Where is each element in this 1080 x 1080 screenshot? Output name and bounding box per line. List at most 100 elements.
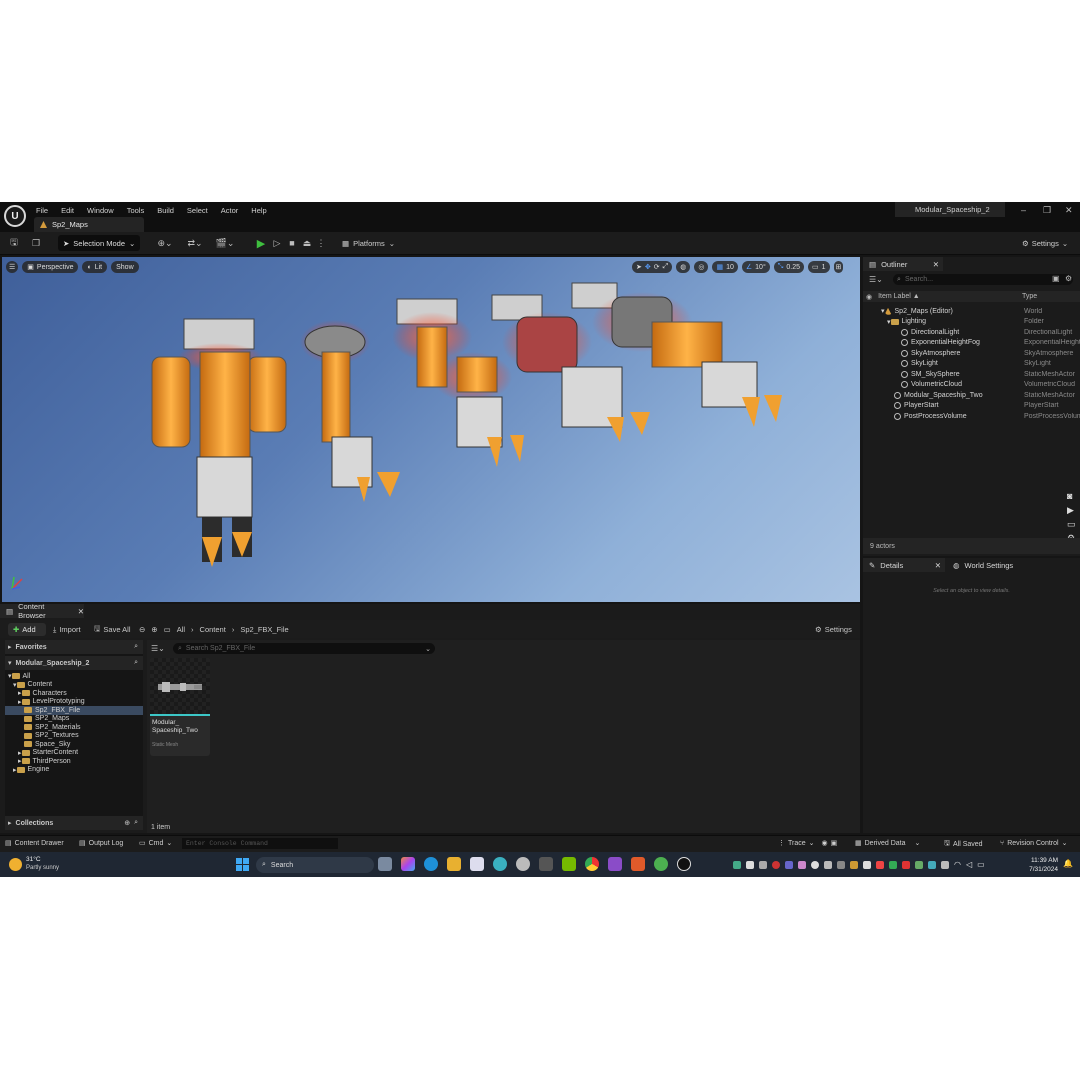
tray-icon[interactable] (824, 860, 832, 869)
perspective-button[interactable]: ▣ Perspective (22, 261, 79, 273)
tray-icon[interactable] (915, 860, 923, 869)
eye-icon[interactable]: ◉ (866, 293, 872, 301)
tray-icon[interactable] (863, 860, 871, 869)
app-icon[interactable] (493, 857, 507, 871)
add-button[interactable]: ✚ Add (8, 623, 46, 636)
trace-dropdown[interactable]: ⋮ Trace ⌄ ◉ ▣ (778, 839, 838, 848)
menu-build[interactable]: Build (157, 206, 174, 215)
app-icon[interactable] (539, 857, 553, 871)
tray-icon[interactable] (876, 860, 884, 869)
chrome-icon[interactable] (585, 857, 599, 871)
tree-item-startercontent[interactable]: ▸ StarterContent (5, 749, 143, 758)
minimize-icon[interactable]: – (1021, 205, 1026, 215)
nvidia-icon[interactable] (562, 857, 576, 871)
menu-help[interactable]: Help (251, 206, 266, 215)
platforms-dropdown[interactable]: ▦ Platforms ⌄ (342, 236, 395, 250)
volume-icon[interactable]: ◁ (966, 860, 972, 869)
close-tab-icon[interactable]: ✕ (78, 607, 84, 616)
breadcrumb-all[interactable]: All (177, 625, 185, 634)
eject-icon[interactable]: ⏏ (300, 237, 314, 249)
outliner-row[interactable]: SkyAtmosphere SkyAtmosphere (863, 348, 1080, 359)
surface-snap-toggle[interactable]: ◎ (694, 261, 709, 273)
favorites-section[interactable]: ▸ Favorites ⌕ (5, 640, 143, 654)
level-viewport[interactable]: ☰ ▣ Perspective ◐ Lit Show ➤ ✥ ⟳ ⤢ ◍ ◎ ▦… (2, 257, 860, 602)
search-icon[interactable]: ⌕ (134, 659, 138, 667)
camera-icon[interactable]: ◙ (1067, 489, 1076, 503)
tree-item-thirdperson[interactable]: ▸ ThirdPerson (5, 757, 143, 766)
wifi-icon[interactable]: ◠ (954, 860, 961, 869)
tree-item-content[interactable]: ▾ Content (5, 681, 143, 690)
add-collection-icon[interactable]: ⊕ (124, 819, 130, 827)
notification-bell-icon[interactable]: 🔔 (1063, 859, 1073, 868)
tray-icon[interactable] (759, 860, 767, 869)
outliner-row[interactable]: ▾ Sp2_Maps (Editor) World (863, 306, 1080, 317)
app-icon[interactable] (631, 857, 645, 871)
xbox-icon[interactable] (746, 860, 754, 869)
maximize-viewport-button[interactable]: ⊞ (833, 261, 844, 273)
selection-mode-dropdown[interactable]: ➤ Selection Mode ⌄ (58, 235, 140, 251)
cmd-dropdown[interactable]: ▭ Cmd ⌄ (139, 839, 172, 848)
asset-tile[interactable]: Modular_ Spaceship_Two Static Mesh (150, 658, 210, 756)
menu-window[interactable]: Window (87, 206, 114, 215)
tree-item-levelprototyping[interactable]: ▸ LevelPrototyping (5, 698, 143, 707)
map-tab[interactable]: Sp2_Maps (34, 217, 144, 232)
add-folder-icon[interactable]: ▣ (1052, 274, 1060, 283)
tree-item-space-sky[interactable]: Space_Sky (5, 740, 143, 749)
cinematics-icon[interactable]: 🎬⌄ (214, 237, 236, 249)
grid-snap[interactable]: ▦ 10 (712, 261, 738, 273)
outliner-row[interactable]: VolumetricCloud VolumetricCloud (863, 380, 1080, 391)
copilot-icon[interactable] (401, 857, 415, 871)
scale-snap[interactable]: ⤡ 0.25 (773, 261, 804, 273)
tray-icon[interactable] (902, 860, 910, 869)
record-icon[interactable]: ◉ (822, 839, 828, 847)
tray-icon[interactable] (928, 860, 936, 869)
tree-item-sp2-fbx-file[interactable]: Sp2_FBX_File (5, 706, 143, 715)
tray-icon[interactable] (889, 860, 897, 869)
video-icon[interactable]: ▶ (1067, 503, 1076, 517)
save-all-button[interactable]: 🖫 Save All (94, 623, 131, 636)
close-tab-icon[interactable]: ✕ (935, 561, 941, 570)
unreal-taskbar-icon[interactable] (677, 857, 691, 871)
more-options-icon[interactable]: ⋮ (314, 237, 328, 249)
windows-start-icon[interactable] (236, 858, 249, 871)
project-section[interactable]: ▾ Modular_Spaceship_2 ⌕ (5, 656, 143, 670)
save-icon[interactable]: 🖫 (7, 237, 21, 249)
blueprint-icon[interactable]: ⇄⌄ (184, 237, 206, 249)
derived-data-dropdown[interactable]: ▦ Derived Data ⌄ (855, 839, 920, 848)
menu-file[interactable]: File (36, 206, 48, 215)
search-icon[interactable]: ⌕ (134, 819, 138, 827)
forward-icon[interactable]: ⊕ (151, 625, 157, 634)
outliner-row[interactable]: Modular_Spaceship_Two StaticMeshActor (863, 390, 1080, 401)
rotation-snap[interactable]: ∠ 10° (741, 261, 770, 273)
cb-settings-button[interactable]: ⚙ Settings (815, 623, 852, 636)
tree-item-sp2-materials[interactable]: SP2_Materials (5, 723, 143, 732)
outliner-search-input[interactable]: Search... (893, 274, 1073, 285)
tray-icon[interactable] (941, 860, 949, 869)
tray-icon[interactable] (772, 860, 780, 869)
world-local-toggle[interactable]: ◍ (676, 261, 691, 273)
import-button[interactable]: ⤓ Import (53, 623, 81, 636)
chrome-profile-icon[interactable] (654, 857, 668, 871)
content-drawer-button[interactable]: ▤ Content Drawer (5, 839, 64, 848)
tray-icon[interactable] (811, 860, 819, 869)
tray-icon[interactable] (798, 860, 806, 869)
revision-control-dropdown[interactable]: ⑂ Revision Control ⌄ (1000, 839, 1067, 848)
outliner-row[interactable]: SkyLight SkyLight (863, 359, 1080, 370)
tree-item-sp2-textures[interactable]: SP2_Textures (5, 732, 143, 741)
breadcrumb-current[interactable]: Sp2_FBX_File (240, 625, 288, 634)
content-browser-tab[interactable]: ▤ Content Browser ✕ (0, 602, 84, 620)
collections-section[interactable]: ▸ Collections ⊕ ⌕ (5, 816, 143, 830)
type-header[interactable]: Type (1022, 293, 1037, 300)
tree-item-sp2-maps[interactable]: SP2_Maps (5, 715, 143, 724)
breadcrumb-content[interactable]: Content (200, 625, 226, 634)
close-tab-icon[interactable]: ✕ (933, 260, 939, 269)
settings-dropdown[interactable]: ⚙ Settings ⌄ (1022, 236, 1068, 250)
outliner-row[interactable]: ▾ Lighting Folder (863, 317, 1080, 328)
snapshot-icon[interactable]: ▣ (831, 839, 838, 847)
edge-icon[interactable] (424, 857, 438, 871)
file-explorer-icon[interactable] (447, 857, 461, 871)
app-icon[interactable] (608, 857, 622, 871)
tray-icon[interactable] (785, 860, 793, 869)
camera-speed[interactable]: ▭ 1 (807, 261, 830, 273)
asset-search-input[interactable]: ⌕ Search Sp2_FBX_File ⌄ (173, 643, 435, 654)
